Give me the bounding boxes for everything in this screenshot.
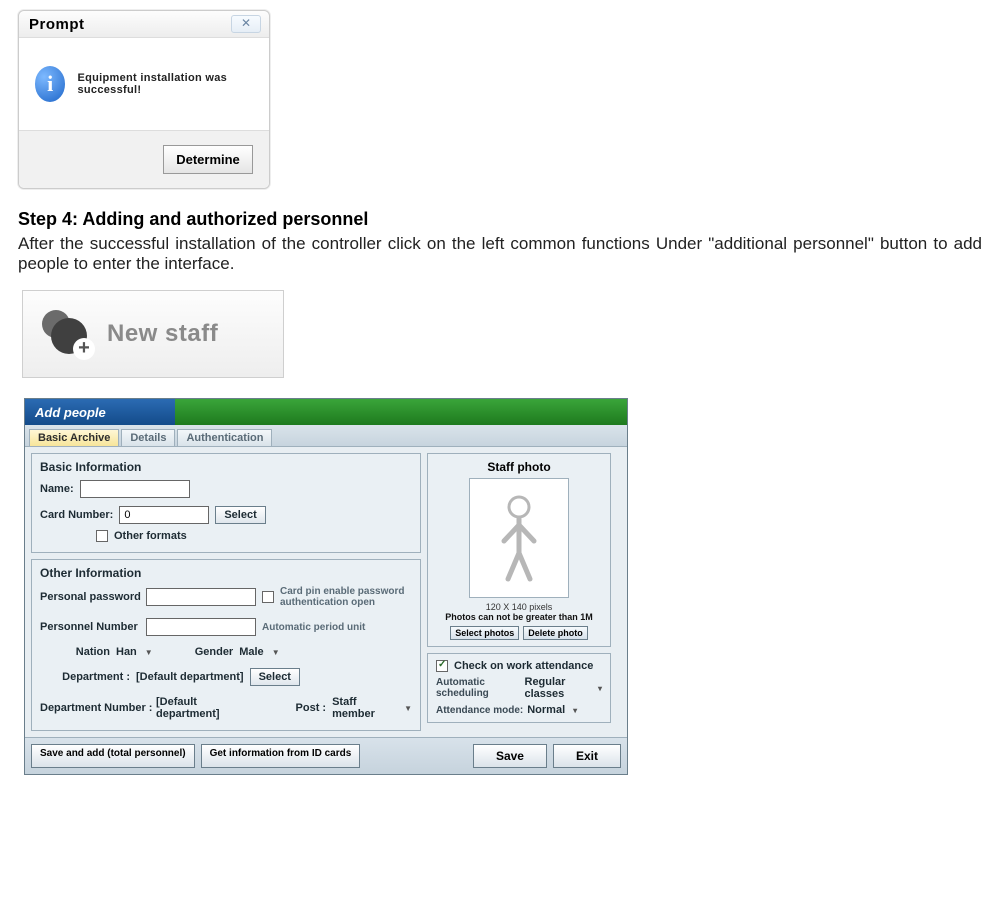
attendance-checkbox[interactable] [436,660,448,672]
personal-password-label: Personal password [40,591,140,603]
chevron-down-icon: ▼ [145,648,153,657]
department-number-label: Department Number : [40,702,150,714]
gender-label: Gender [195,646,234,658]
chevron-down-icon: ▼ [404,704,412,713]
other-info-title: Other Information [40,566,412,580]
other-info-panel: Other Information Personal password Card… [31,559,421,731]
nation-label: Nation [40,646,110,658]
auto-scheduling-select[interactable]: Regular classes ▾ [525,676,603,700]
card-number-input[interactable] [119,506,209,524]
tab-details[interactable]: Details [121,429,175,446]
other-formats-label: Other formats [114,530,187,542]
select-card-button[interactable]: Select [215,506,265,524]
tab-basic-archive[interactable]: Basic Archive [29,429,119,446]
exit-button[interactable]: Exit [553,744,621,768]
auto-scheduling-label: Automatic scheduling [436,677,521,699]
basic-info-panel: Basic Information Name: Card Number: Sel… [31,453,421,553]
dialog-tabs: Basic Archive Details Authentication [25,425,627,447]
info-icon: i [35,66,65,102]
person-placeholder-icon [494,493,544,583]
name-label: Name: [40,483,74,495]
dialog-footer: Save and add (total personnel) Get infor… [25,737,627,774]
attendance-mode-select[interactable]: Normal ▾ [527,704,577,716]
prompt-message: Equipment installation was successful! [77,72,261,96]
photo-preview [469,478,569,598]
photo-size-note: 120 X 140 pixels [434,602,604,612]
other-formats-checkbox[interactable] [96,530,108,542]
prompt-dialog: Prompt ✕ i Equipment installation was su… [18,10,270,189]
attendance-label: Check on work attendance [454,660,593,672]
chevron-down-icon: ▾ [598,684,602,693]
save-and-add-button[interactable]: Save and add (total personnel) [31,744,195,768]
chevron-down-icon: ▼ [272,648,280,657]
tab-authentication[interactable]: Authentication [177,429,272,446]
department-label: Department : [40,671,130,683]
new-staff-label: New staff [107,320,218,348]
auto-period-note: Automatic period unit [262,622,365,633]
gender-select[interactable]: Male ▼ [239,646,279,658]
dialog-title: Add people [25,399,175,425]
card-number-label: Card Number: [40,509,113,521]
chevron-down-icon: ▾ [573,706,577,715]
step-heading: Step 4: Adding and authorized personnel [18,209,1000,230]
basic-info-title: Basic Information [40,460,412,474]
post-select[interactable]: Staff member ▼ [332,696,412,720]
prompt-titlebar: Prompt ✕ [19,11,269,38]
dialog-header: Add people [25,399,627,425]
personnel-number-input[interactable] [146,618,256,636]
department-number-value: [Default department] [156,696,256,720]
save-button[interactable]: Save [473,744,547,768]
attendance-mode-label: Attendance mode: [436,705,523,716]
add-people-dialog: Add people Basic Archive Details Authent… [24,398,628,775]
select-department-button[interactable]: Select [250,668,300,686]
get-id-info-button[interactable]: Get information from ID cards [201,744,361,768]
close-icon[interactable]: ✕ [231,15,261,33]
delete-photo-button[interactable]: Delete photo [523,626,588,640]
post-label: Post : [296,702,327,714]
name-input[interactable] [80,480,190,498]
add-people-icon: + [37,310,93,358]
staff-photo-panel: Staff photo 120 X 140 pixels Photos can … [427,453,611,647]
photo-limit-note: Photos can not be greater than 1M [434,612,604,622]
select-photos-button[interactable]: Select photos [450,626,519,640]
determine-button[interactable]: Determine [163,145,253,174]
card-pin-enable-label: Card pin enable password authentication … [280,586,412,608]
staff-photo-title: Staff photo [434,460,604,474]
attendance-panel: Check on work attendance Automatic sched… [427,653,611,723]
step-paragraph: After the successful installation of the… [18,234,982,274]
new-staff-button[interactable]: + New staff [22,290,284,378]
department-value: [Default department] [136,671,244,683]
prompt-title: Prompt [29,16,85,33]
nation-select[interactable]: Han ▼ [116,646,153,658]
personnel-number-label: Personnel Number [40,621,140,633]
card-pin-enable-checkbox[interactable] [262,591,274,603]
personal-password-input[interactable] [146,588,256,606]
